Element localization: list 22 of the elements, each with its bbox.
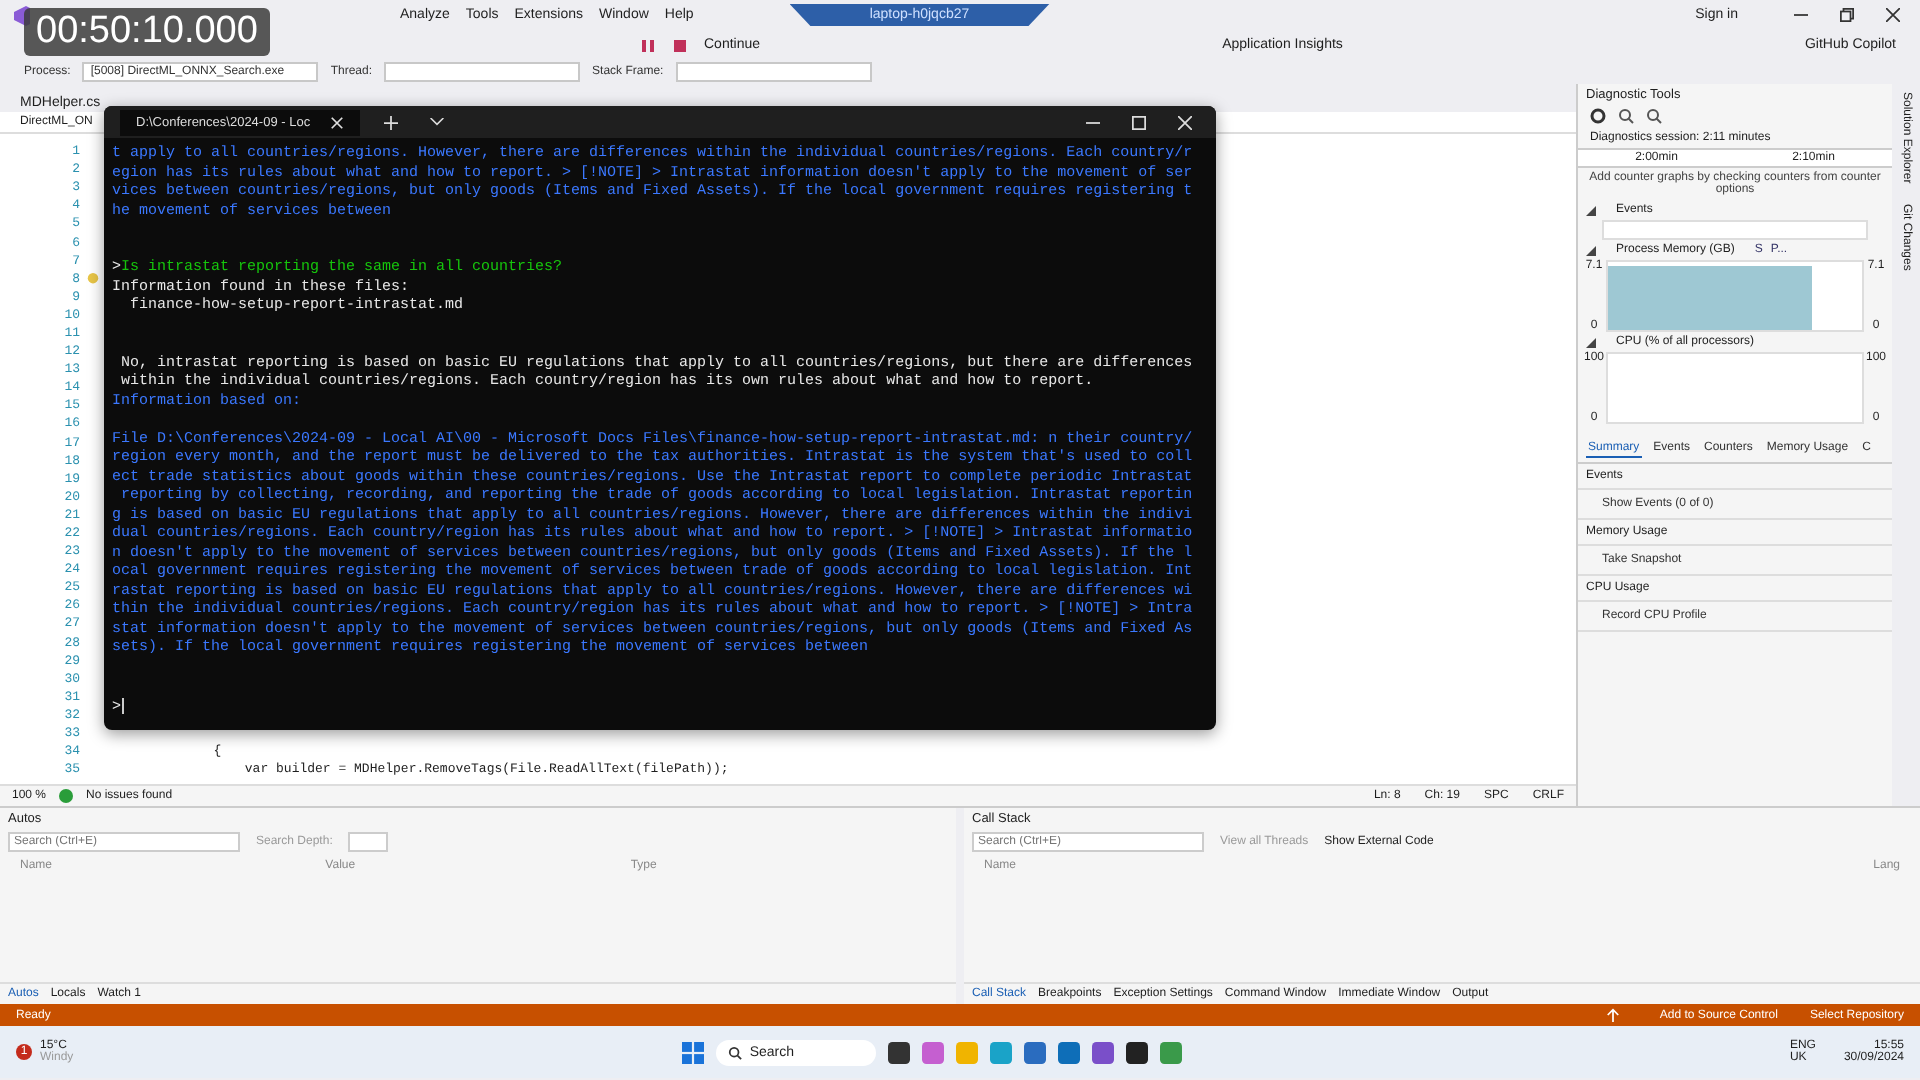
search-depth-field[interactable] [348, 832, 389, 852]
search-icon [727, 1045, 742, 1059]
expanded-triangle-icon[interactable] [1586, 337, 1596, 347]
expanded-triangle-icon[interactable] [1586, 245, 1596, 255]
check-circle-icon [58, 788, 75, 804]
minimize-icon[interactable] [1794, 8, 1808, 22]
caret-icon[interactable] [430, 118, 445, 126]
maximize-icon[interactable] [1132, 115, 1146, 129]
pause-icon[interactable] [640, 37, 656, 53]
plus-icon[interactable] [384, 115, 399, 129]
zoom-out-icon[interactable] [1646, 108, 1662, 124]
expanded-triangle-icon[interactable] [1586, 205, 1596, 215]
zoom-in-icon[interactable] [1618, 108, 1634, 124]
app-icon[interactable] [887, 1041, 910, 1063]
stop-icon[interactable] [672, 37, 688, 53]
windows-start-icon[interactable] [681, 1041, 704, 1063]
text-cursor [121, 697, 124, 713]
close-icon[interactable] [1886, 8, 1900, 22]
timer-overlay: 00:50:10.000 [24, 8, 270, 56]
restore-icon[interactable] [1840, 8, 1854, 22]
app-icon[interactable] [1125, 1041, 1148, 1063]
up-arrow-icon [1605, 1008, 1620, 1022]
